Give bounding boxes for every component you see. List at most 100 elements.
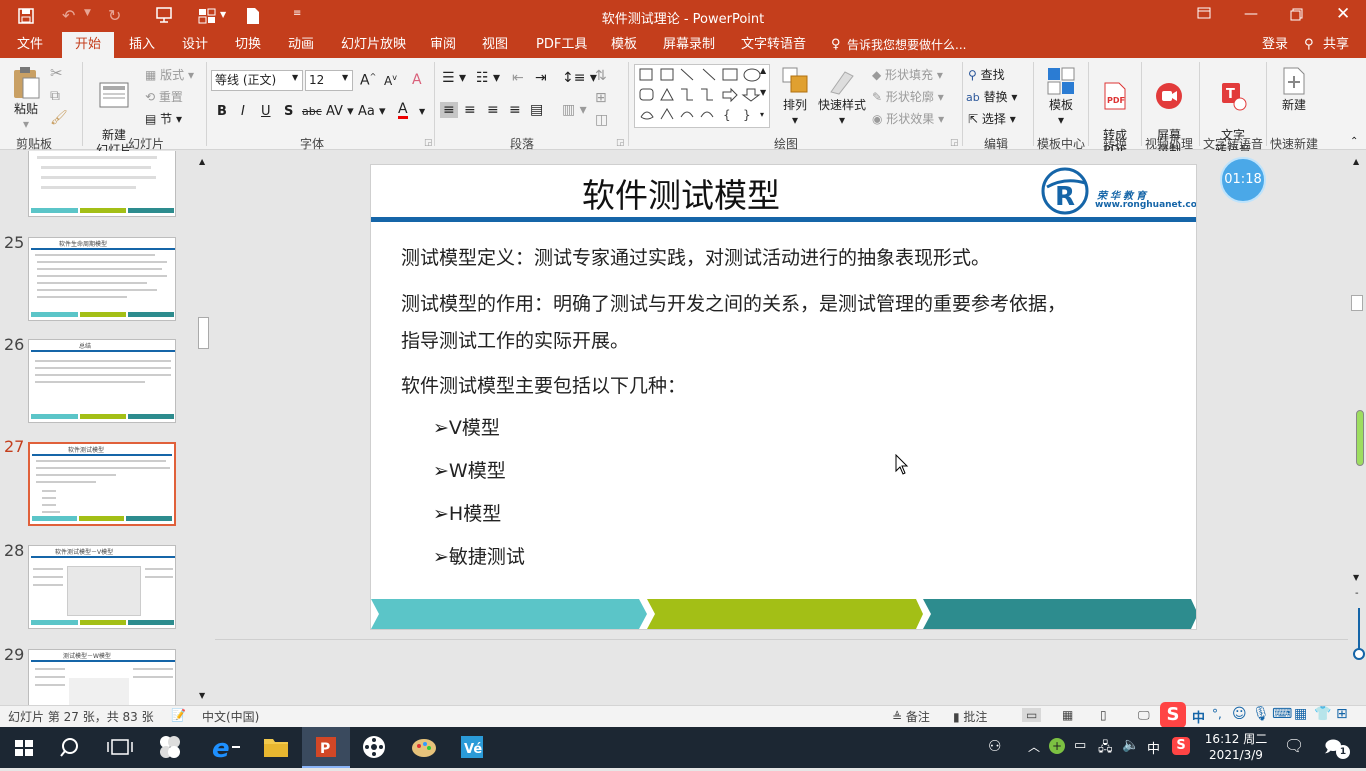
italic-icon[interactable]: I — [241, 104, 245, 119]
font-color-dropdown-icon[interactable]: ▼ — [419, 107, 425, 116]
pinwheel-app-icon[interactable] — [146, 727, 194, 768]
slide-sorter-icon[interactable]: ▦ — [1062, 708, 1073, 722]
spell-check-icon[interactable]: 📝 — [171, 708, 186, 722]
align-left-icon[interactable]: ≡ — [440, 102, 458, 118]
change-case-icon[interactable]: Aa ▾ — [358, 104, 386, 119]
tab-view[interactable]: 视图 — [482, 32, 508, 58]
quick-new-button[interactable]: 新建 — [1272, 66, 1316, 113]
tab-home[interactable]: 开始 — [62, 32, 114, 58]
tray-plus-icon[interactable]: + — [1049, 738, 1065, 754]
char-spacing-icon[interactable]: AV ▾ — [326, 104, 354, 119]
template-button[interactable]: 模板 ▾ — [1040, 66, 1082, 128]
bullets-icon[interactable]: ☰ ▾ — [442, 70, 466, 86]
smartart-icon[interactable]: ◫ — [595, 112, 608, 128]
tab-file[interactable]: 文件 — [17, 32, 43, 58]
section-button[interactable]: ▤ 节 ▾ — [145, 110, 182, 127]
increase-indent-icon[interactable]: ⇥ — [535, 70, 547, 86]
close-icon[interactable]: ✕ — [1336, 4, 1350, 24]
notes-button[interactable]: ≜ 备注 — [892, 708, 930, 725]
slide-canvas[interactable]: 软件测试模型 R 荣华教育 www.ronghuanet.com 测试模型定义：… — [370, 164, 1197, 630]
text-direction-icon[interactable]: ⇅ — [595, 68, 607, 84]
paint-app-icon[interactable] — [400, 727, 448, 768]
thumbnail-pane[interactable]: 25 软件生命周期模型 26 总结 27 软件测试模型 28 软件测试模型－V模… — [0, 151, 214, 705]
video-editor-icon[interactable]: Vé — [448, 727, 496, 768]
share-button[interactable]: 共享 — [1323, 32, 1349, 58]
shapes-more-icon[interactable]: ▾ — [760, 110, 764, 119]
slide-thumbnail-26[interactable]: 总结 — [28, 339, 176, 423]
replace-button[interactable]: ab 替换 ▾ — [966, 88, 1017, 105]
select-button[interactable]: ⇱ 选择 ▾ — [968, 110, 1016, 127]
shapes-scroll-up-icon[interactable]: ▲ — [760, 66, 766, 75]
tray-expand-icon[interactable]: ︿ — [1028, 738, 1040, 755]
numbering-icon[interactable]: ☷ ▾ — [476, 70, 500, 86]
scroll-down-icon[interactable]: ▼ — [1353, 573, 1359, 582]
slide-thumbnail-25[interactable]: 软件生命周期模型 — [28, 237, 176, 321]
slide-thumbnail[interactable] — [28, 151, 176, 217]
editor-scrollbar[interactable]: ▲ ▼ — [1349, 155, 1365, 585]
font-name-combo[interactable]: 等线 (正文) — [211, 70, 303, 91]
layout-button[interactable]: ▦ 版式 ▾ — [145, 66, 194, 83]
find-button[interactable]: ⚲ 查找 — [968, 66, 1005, 83]
collapse-ribbon-icon[interactable]: ⌃ — [1350, 136, 1358, 147]
reset-button[interactable]: ⟲ 重置 — [145, 88, 183, 105]
slide-thumbnail-29[interactable]: 测试模型－W模型 — [28, 649, 176, 705]
increase-font-icon[interactable]: A^ — [360, 72, 376, 89]
scroll-down-icon[interactable]: ▼ — [199, 691, 205, 700]
task-view-icon[interactable] — [96, 727, 144, 768]
distributed-icon[interactable]: ▤ — [530, 102, 543, 118]
scroll-up-icon[interactable]: ▲ — [1353, 157, 1359, 166]
decrease-font-icon[interactable]: Av — [384, 73, 397, 88]
tell-me-search[interactable]: 告诉我您想要做什么... — [847, 32, 966, 58]
cut-icon[interactable]: ✂ — [50, 64, 63, 82]
network-icon[interactable]: 🖧 — [1098, 738, 1113, 760]
thumbnail-scroll-thumb[interactable] — [198, 317, 209, 349]
shapes-gallery[interactable]: { } — [634, 64, 770, 128]
columns-icon[interactable]: ▥ ▾ — [562, 102, 587, 118]
restore-icon[interactable] — [1290, 8, 1304, 22]
shapes-scroll-down-icon[interactable]: ▼ — [760, 88, 766, 97]
slide-thumbnail-27-selected[interactable]: 软件测试模型 — [28, 442, 176, 526]
ribbon-display-icon[interactable] — [1197, 7, 1211, 21]
paragraph-dialog-launcher-icon[interactable]: ◲ — [616, 138, 625, 148]
file-explorer-icon[interactable] — [252, 727, 300, 768]
scroll-up-icon[interactable]: ▲ — [199, 157, 205, 166]
tab-design[interactable]: 设计 — [182, 32, 208, 58]
justify-icon[interactable]: ≡ — [509, 102, 521, 118]
drawing-dialog-launcher-icon[interactable]: ◲ — [950, 138, 959, 148]
tab-review[interactable]: 审阅 — [430, 32, 456, 58]
align-text-icon[interactable]: ⊞ — [595, 90, 607, 106]
shadow-icon[interactable]: S — [284, 104, 293, 119]
align-right-icon[interactable]: ≡ — [487, 102, 499, 118]
login-link[interactable]: 登录 — [1262, 32, 1288, 58]
ie-browser-icon[interactable]: e — [200, 727, 248, 768]
strikethrough-icon[interactable]: abc — [302, 105, 322, 118]
clear-formatting-icon[interactable]: A — [412, 72, 422, 88]
font-name-dropdown-icon[interactable]: ▼ — [292, 73, 298, 82]
clock-time[interactable]: 16:12 周二 — [1204, 730, 1268, 747]
tab-template[interactable]: 模板 — [611, 32, 637, 58]
people-icon[interactable]: ⚇ — [988, 737, 1001, 755]
notification-icon[interactable]: 🗨 — [1284, 736, 1304, 755]
tab-slideshow[interactable]: 幻灯片放映 — [341, 32, 406, 58]
tab-pdf-tools[interactable]: PDF工具 — [536, 32, 587, 58]
zoom-vertical-slider[interactable]: - — [1352, 588, 1366, 660]
normal-view-icon[interactable]: ▭ — [1022, 708, 1042, 722]
format-painter-icon[interactable]: 🖌 — [50, 110, 68, 126]
tab-insert[interactable]: 插入 — [129, 32, 155, 58]
slide-title[interactable]: 软件测试模型 — [371, 169, 991, 217]
copy-icon[interactable]: ⧉ — [50, 88, 60, 104]
search-icon[interactable] — [48, 727, 96, 768]
line-spacing-icon[interactable]: ↕≡ ▾ — [562, 70, 597, 86]
font-color-icon[interactable]: A — [398, 102, 408, 119]
bold-icon[interactable]: B — [217, 104, 227, 119]
media-player-icon[interactable] — [350, 727, 398, 768]
tab-text-to-speech[interactable]: 文字转语音 — [741, 32, 806, 58]
font-size-dropdown-icon[interactable]: ▼ — [342, 73, 348, 82]
ime-indicator[interactable]: 中 — [1147, 738, 1160, 757]
thumbnail-scrollbar[interactable]: ▲ ▼ — [196, 155, 211, 703]
slide-thumbnail-28[interactable]: 软件测试模型－V模型 — [28, 545, 176, 629]
paste-button[interactable]: 粘贴 ▾ — [8, 66, 44, 132]
language-status[interactable]: 中文(中国) — [202, 708, 259, 725]
underline-icon[interactable]: U — [261, 104, 271, 119]
shape-fill-button[interactable]: ◆ 形状填充 ▾ — [872, 66, 943, 83]
